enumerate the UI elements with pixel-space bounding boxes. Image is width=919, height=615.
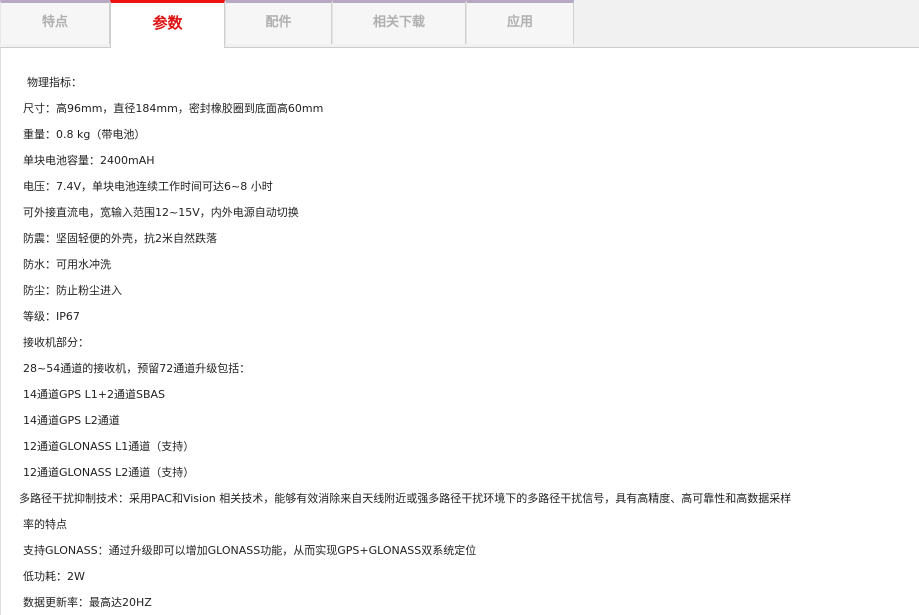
tab-parameters[interactable]: 参数	[110, 0, 225, 48]
section-heading-physical: 物理指标：	[27, 76, 82, 89]
spec-line-channels: 28~54通道的接收机，预留72通道升级包括：	[23, 362, 251, 375]
spec-line-battery-capacity: 单块电池容量：2400mAH	[23, 154, 155, 167]
spec-line-glonass-l1: 12通道GLONASS L1通道（支持）	[23, 440, 195, 453]
spec-line-multipath: 多路径干扰抑制技术：采用PAC和Vision 相关技术，能够有效消除来自天线附近…	[19, 492, 792, 505]
spec-content: 物理指标： 尺寸：高96mm，直径184mm，密封橡胶圈到底面高60mm 重量：…	[0, 48, 919, 615]
spec-line-glonass-support: 支持GLONASS：通过升级即可以增加GLONASS功能，从而实现GPS+GLO…	[23, 544, 477, 557]
spec-line-gps-l2: 14通道GPS L2通道	[23, 414, 120, 427]
spec-line-power-consumption: 低功耗：2W	[23, 570, 85, 583]
spec-line-gps-l1: 14通道GPS L1+2通道SBAS	[23, 388, 166, 401]
spec-line-dustproof: 防尘：防止粉尘进入	[23, 284, 122, 297]
tab-bar: 特点 参数 配件 相关下载 应用	[0, 0, 919, 48]
spec-line-shockproof: 防震：坚固轻便的外壳，抗2米自然跌落	[23, 232, 217, 245]
spec-line-size: 尺寸：高96mm，直径184mm，密封橡胶圈到底面高60mm	[23, 102, 324, 115]
tab-downloads[interactable]: 相关下载	[332, 0, 466, 44]
spec-line-external-power: 可外接直流电，宽输入范围12~15V，内外电源自动切换	[23, 206, 299, 219]
spec-line-glonass-l2: 12通道GLONASS L2通道（支持）	[23, 466, 195, 479]
spec-line-weight: 重量：0.8 kg（带电池）	[23, 128, 146, 141]
tab-accessories[interactable]: 配件	[225, 0, 332, 44]
tab-applications[interactable]: 应用	[466, 0, 574, 44]
spec-line-multipath-cont: 率的特点	[23, 518, 67, 531]
spec-line-rating: 等级：IP67	[23, 310, 80, 323]
spec-line-update-rate: 数据更新率：最高达20HZ	[23, 596, 152, 609]
tab-features[interactable]: 特点	[0, 0, 110, 44]
section-heading-receiver: 接收机部分：	[23, 336, 89, 349]
spec-line-voltage: 电压：7.4V，单块电池连续工作时间可达6~8 小时	[23, 180, 273, 193]
spec-line-waterproof: 防水：可用水冲洗	[23, 258, 111, 271]
